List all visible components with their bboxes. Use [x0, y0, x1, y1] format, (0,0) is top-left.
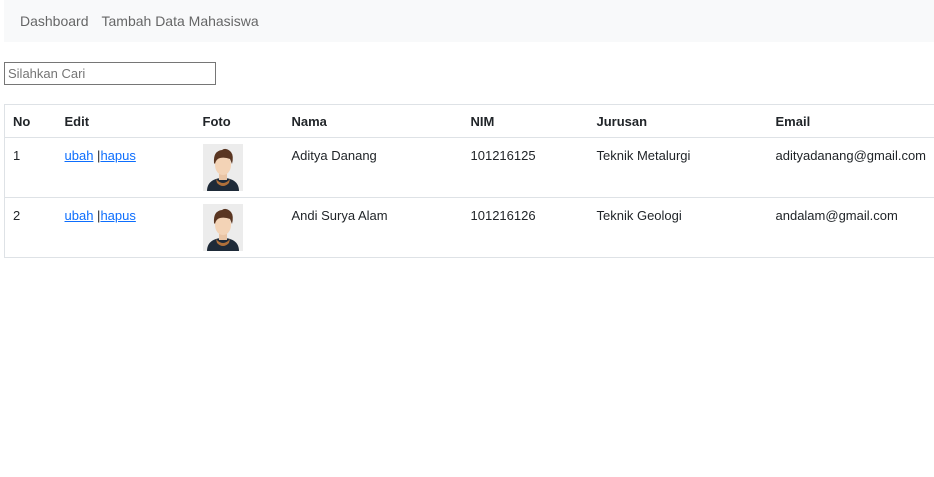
ubah-link[interactable]: ubah — [65, 148, 94, 163]
column-header-jurusan: Jurusan — [588, 104, 768, 138]
mahasiswa-table: No Edit Foto Nama NIM Jurusan Email 1 ub… — [4, 104, 934, 258]
navbar: Dashboard Tambah Data Mahasiswa — [4, 0, 934, 42]
cell-foto — [195, 138, 284, 198]
column-header-no: No — [4, 104, 57, 138]
search-input[interactable] — [4, 62, 216, 85]
avatar-icon — [202, 204, 243, 251]
cell-nim: 101216125 — [470, 148, 536, 163]
column-header-edit: Edit — [56, 104, 195, 138]
column-header-email: Email — [767, 104, 934, 138]
ubah-link[interactable]: ubah — [65, 208, 94, 223]
table-row: 1 ubah |hapus Aditya Danang 101216125 Te… — [4, 137, 934, 198]
avatar-icon — [202, 144, 243, 191]
table-header-row: No Edit Foto Nama NIM Jurusan Email — [4, 104, 934, 138]
cell-no: 1 — [4, 137, 57, 198]
table-row: 2 ubah |hapus Andi Surya Alam 101216126 … — [4, 197, 934, 258]
nav-link-tambah-data-mahasiswa[interactable]: Tambah Data Mahasiswa — [102, 13, 259, 29]
nav-link-dashboard[interactable]: Dashboard — [20, 13, 89, 29]
cell-nim: 101216126 — [470, 208, 536, 223]
cell-email: andalam@gmail.com — [775, 208, 898, 223]
cell-jurusan: Teknik Metalurgi — [596, 148, 691, 163]
column-header-nama: Nama — [283, 104, 463, 138]
cell-edit: ubah |hapus — [57, 198, 195, 258]
column-header-foto: Foto — [194, 104, 284, 138]
cell-jurusan: Teknik Geologi — [596, 208, 682, 223]
hapus-link[interactable]: hapus — [100, 208, 135, 223]
cell-foto — [195, 198, 284, 258]
cell-edit: ubah |hapus — [57, 138, 195, 198]
hapus-link[interactable]: hapus — [100, 148, 135, 163]
cell-nama: Andi Surya Alam — [291, 208, 388, 223]
cell-nama: Aditya Danang — [291, 148, 377, 163]
column-header-nim: NIM — [462, 104, 589, 138]
cell-email: adityadanang@gmail.com — [775, 148, 927, 163]
cell-no: 2 — [4, 197, 57, 258]
